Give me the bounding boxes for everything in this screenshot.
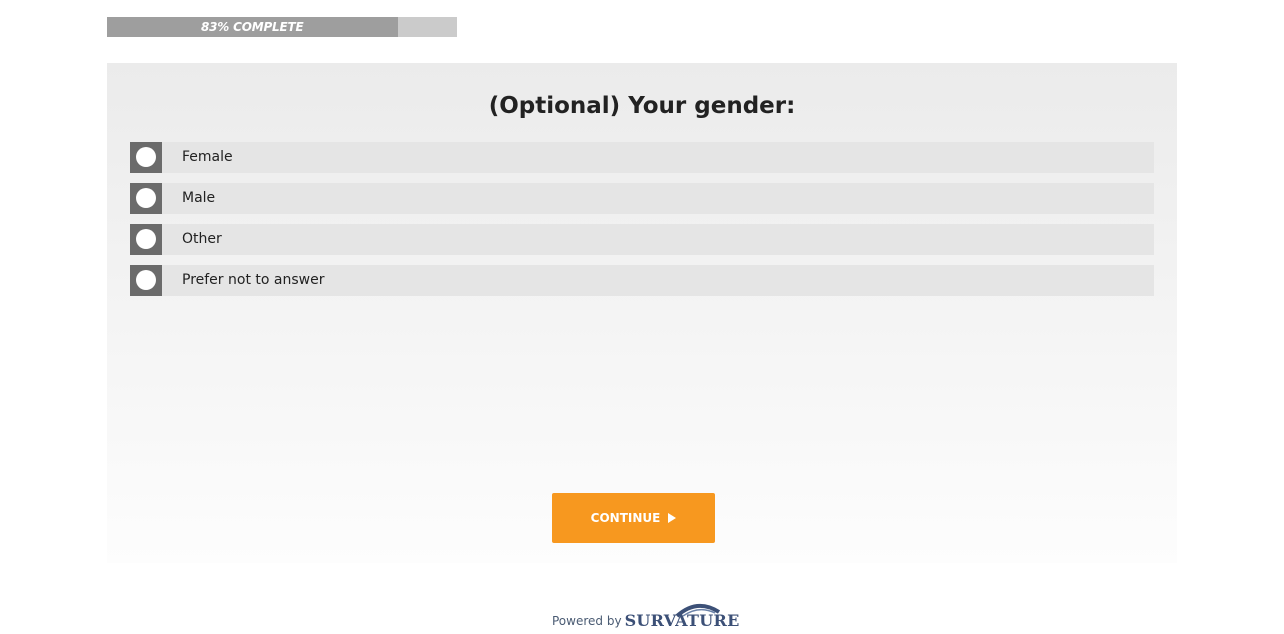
play-icon xyxy=(668,513,677,523)
question-panel: (Optional) Your gender: Female Male Othe… xyxy=(107,63,1177,563)
radio-circle-icon xyxy=(136,229,156,249)
radio-circle-icon xyxy=(136,147,156,167)
option-label: Prefer not to answer xyxy=(182,272,325,288)
progress-bar: 83% COMPLETE xyxy=(107,17,457,37)
continue-label: CONTINUE xyxy=(590,511,661,525)
option-other[interactable]: Other xyxy=(130,224,1154,255)
radio-circle-icon xyxy=(136,188,156,208)
progress-label: 83% COMPLETE xyxy=(201,20,304,34)
continue-button[interactable]: CONTINUE xyxy=(552,493,715,543)
survature-logo[interactable]: SURVATURE xyxy=(624,600,740,630)
option-label: Female xyxy=(182,149,233,165)
radio-button[interactable] xyxy=(130,265,162,296)
answer-options: Female Male Other Prefer not to answer xyxy=(130,142,1154,306)
option-female[interactable]: Female xyxy=(130,142,1154,173)
brand-name: SURVATURE xyxy=(624,611,740,630)
option-prefer-not-to-answer[interactable]: Prefer not to answer xyxy=(130,265,1154,296)
radio-button[interactable] xyxy=(130,224,162,255)
option-label: Other xyxy=(182,231,222,247)
footer: Powered by SURVATURE xyxy=(552,600,740,630)
option-label: Male xyxy=(182,190,216,206)
powered-by-text: Powered by xyxy=(552,614,622,628)
radio-circle-icon xyxy=(136,270,156,290)
question-title: (Optional) Your gender: xyxy=(488,93,796,119)
option-male[interactable]: Male xyxy=(130,183,1154,214)
radio-button[interactable] xyxy=(130,142,162,173)
radio-button[interactable] xyxy=(130,183,162,214)
